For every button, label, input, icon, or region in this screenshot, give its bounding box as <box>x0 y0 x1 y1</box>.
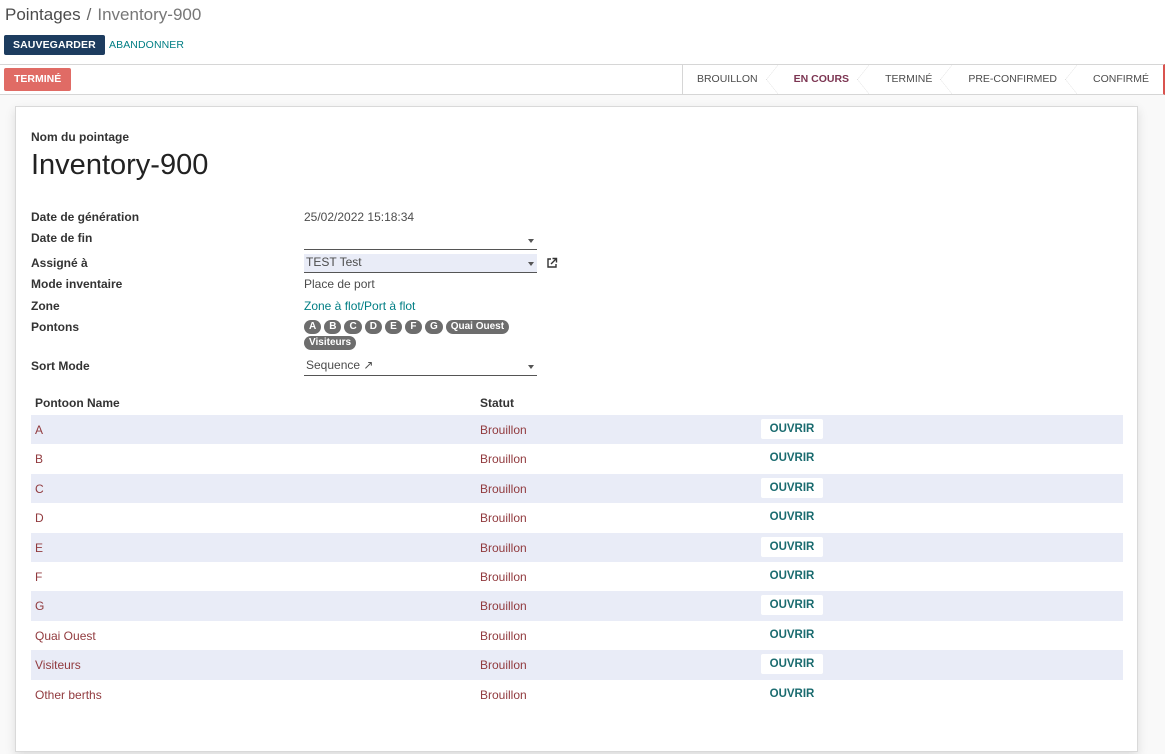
pontoon-name-cell: A <box>35 423 44 437</box>
pontoon-tags: A B C D E F G Quai Ouest Visiteurs <box>304 320 544 350</box>
breadcrumb-separator: / <box>86 5 92 24</box>
open-button[interactable]: OUVRIR <box>761 566 823 586</box>
pontoon-tag[interactable]: C <box>344 320 362 334</box>
status-cell: Brouillon <box>480 511 527 526</box>
stage-termin-[interactable]: TERMINÉ <box>863 65 953 94</box>
pontoon-tag[interactable]: E <box>384 320 402 334</box>
mode-label: Mode inventaire <box>31 277 123 291</box>
table-row[interactable]: G Brouillon OUVRIR <box>31 591 1123 621</box>
caret-down-icon <box>528 365 534 369</box>
open-button[interactable]: OUVRIR <box>761 595 823 616</box>
breadcrumb-parent-link[interactable]: Pointages <box>5 5 81 24</box>
stage-pipeline: BROUILLON EN COURS TERMINÉ PRE-CONFIRMED CON… <box>681 65 1163 94</box>
end-date-field[interactable] <box>304 231 537 250</box>
pontoon-name-cell: Other berths <box>35 687 102 702</box>
open-button[interactable]: OUVRIR <box>761 684 823 704</box>
form-sheet: Nom du pointage Inventory-900 Date de gé… <box>15 106 1138 752</box>
table-row[interactable]: F Brouillon OUVRIR <box>31 562 1123 591</box>
assigned-value: TEST Test <box>306 255 362 269</box>
table-row[interactable]: D Brouillon OUVRIR <box>31 503 1123 532</box>
table-row[interactable]: Visiteurs Brouillon OUVRIR <box>31 650 1123 680</box>
table-row[interactable]: A Brouillon OUVRIR <box>31 415 1123 445</box>
pontoon-tag[interactable]: F <box>404 320 422 334</box>
table-row[interactable]: E Brouillon OUVRIR <box>31 532 1123 562</box>
column-pontoon-name[interactable]: Pontoon Name <box>35 396 120 410</box>
pontoon-name-cell: B <box>35 452 44 467</box>
pontoon-name-cell: Visiteurs <box>35 658 81 673</box>
column-status[interactable]: Statut <box>480 396 514 410</box>
open-button[interactable]: OUVRIR <box>761 419 823 439</box>
sort-mode-field[interactable]: Sequence ↗ <box>304 357 537 376</box>
assigned-label: Assigné à <box>31 256 88 270</box>
pontoon-tag[interactable]: A <box>304 320 322 334</box>
discard-button[interactable]: ABANDONNER <box>109 35 184 55</box>
pontoon-tag[interactable]: B <box>324 320 342 334</box>
pontoon-name-cell: E <box>35 540 44 555</box>
name-label: Nom du pointage <box>31 130 129 144</box>
generation-date-value: 25/02/2022 15:18:34 <box>304 210 415 224</box>
status-cell: Brouillon <box>480 423 527 437</box>
table-row[interactable]: B Brouillon OUVRIR <box>31 444 1123 473</box>
status-cell: Brouillon <box>480 452 527 467</box>
open-button[interactable]: OUVRIR <box>761 477 823 498</box>
pontoons-label: Pontons <box>31 320 79 334</box>
table-row[interactable]: Other berths Brouillon OUVRIR <box>31 680 1123 709</box>
open-button[interactable]: OUVRIR <box>761 448 823 468</box>
record-title[interactable]: Inventory-900 <box>31 149 208 182</box>
table-header: Pontoon Name Statut <box>31 392 1123 416</box>
status-cell: Brouillon <box>480 481 527 496</box>
pontoon-tag[interactable]: Quai Ouest <box>445 320 510 334</box>
open-button[interactable]: OUVRIR <box>761 654 823 675</box>
pontoon-tag[interactable]: Visiteurs <box>304 336 357 350</box>
breadcrumb: Pointages / Inventory-900 <box>5 5 201 25</box>
status-cell: Brouillon <box>480 658 527 673</box>
pontoon-tag[interactable]: G <box>424 320 443 334</box>
status-cell: Brouillon <box>480 628 527 643</box>
external-link-icon[interactable] <box>546 257 558 269</box>
end-date-label: Date de fin <box>31 231 93 245</box>
mode-value: Place de port <box>304 277 375 291</box>
pontoon-name-cell: Quai Ouest <box>35 628 96 643</box>
caret-down-icon <box>528 239 534 243</box>
sort-mode-value: Sequence ↗ <box>306 358 374 372</box>
pontoon-tag[interactable]: D <box>364 320 382 334</box>
status-cell: Brouillon <box>480 569 527 584</box>
caret-down-icon <box>528 262 534 266</box>
save-button[interactable]: SAUVEGARDER <box>4 35 105 55</box>
status-bar: TERMINÉ BROUILLON EN COURS TERMINÉ PRE-CONF… <box>0 64 1165 95</box>
status-cell: Brouillon <box>480 599 527 614</box>
table-row[interactable]: C Brouillon OUVRIR <box>31 473 1123 504</box>
open-button[interactable]: OUVRIR <box>761 536 823 557</box>
pontoon-name-cell: F <box>35 569 43 584</box>
assigned-field[interactable]: TEST Test <box>304 254 537 273</box>
stage-brouillon[interactable]: BROUILLON <box>683 65 778 94</box>
mark-done-button[interactable]: TERMINÉ <box>4 68 72 91</box>
table-row[interactable]: Quai Ouest Brouillon OUVRIR <box>31 621 1123 650</box>
sort-mode-label: Sort Mode <box>31 359 90 373</box>
open-button[interactable]: OUVRIR <box>761 507 823 527</box>
stage-pre-confirmed[interactable]: PRE-CONFIRMED <box>946 65 1077 94</box>
generation-date-label: Date de génération <box>31 210 140 224</box>
zone-label: Zone <box>31 299 60 313</box>
pontoon-table-body: A Brouillon OUVRIR B Brouillon OUVRIR C Brouill… <box>31 415 1123 709</box>
zone-link[interactable]: Zone à flot/Port à flot <box>304 299 415 313</box>
breadcrumb-current: Inventory-900 <box>97 5 202 24</box>
stage-en-cours[interactable]: EN COURS <box>772 65 870 94</box>
pontoon-name-cell: C <box>35 481 44 496</box>
pontoon-name-cell: G <box>35 599 45 614</box>
open-button[interactable]: OUVRIR <box>761 625 823 645</box>
stage-confirm-[interactable]: CONFIRMÉ <box>1071 65 1163 94</box>
pontoon-name-cell: D <box>35 511 44 526</box>
status-cell: Brouillon <box>480 540 527 555</box>
status-cell: Brouillon <box>480 687 527 702</box>
